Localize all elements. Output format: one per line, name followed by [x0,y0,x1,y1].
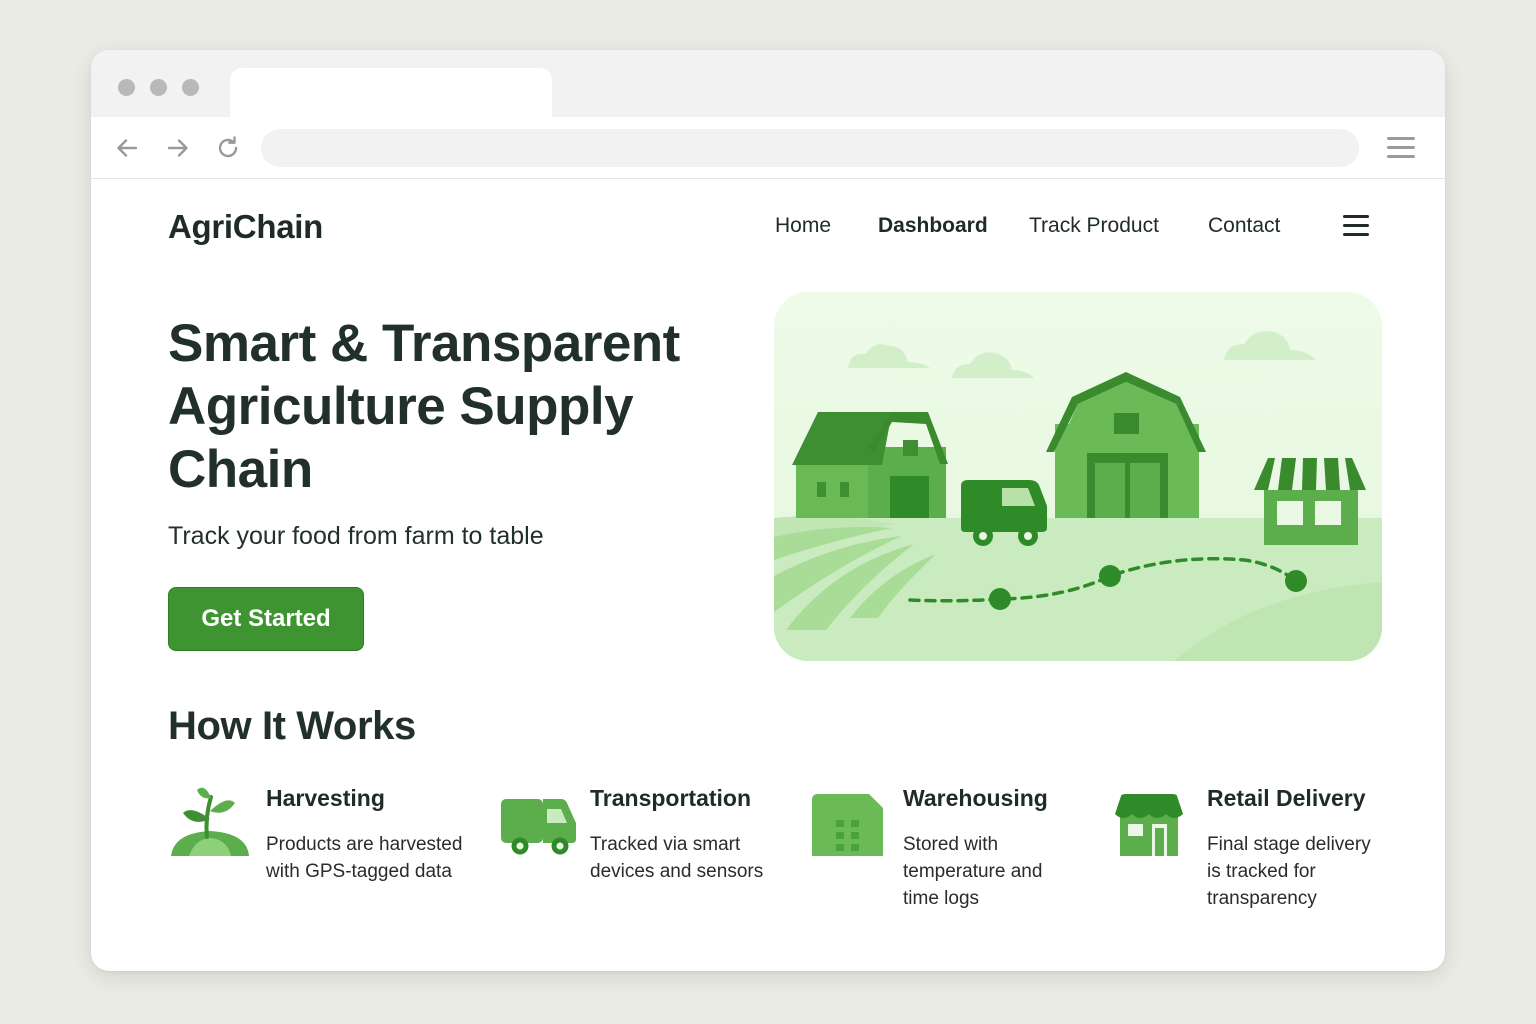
forward-arrow-icon[interactable] [163,133,193,163]
step-description-transportation: Tracked via smart devices and sensors [590,834,764,882]
hero-subtitle: Track your food from farm to table [168,522,544,550]
farm-supply-chain-illustration [774,292,1382,661]
browser-window: AgriChain Home Dashboard Track Product C… [91,50,1445,971]
address-bar[interactable] [261,129,1359,167]
market-stall-icon [1254,458,1366,545]
step-description-retail-delivery: Final stage delivery is tracked for tran… [1207,834,1371,909]
back-arrow-icon[interactable] [112,133,142,163]
warehouse-building-icon [812,794,883,856]
browser-tab-strip [91,50,1445,118]
nav-link-dashboard[interactable]: Dashboard [878,214,988,238]
browser-menu-icon[interactable] [1387,137,1415,159]
route-checkpoint-3 [1285,570,1307,592]
brand-logo[interactable]: AgriChain [168,208,323,246]
nav-link-track-product[interactable]: Track Product [1029,214,1159,238]
step-description-warehousing: Stored with temperature and time logs [903,834,1043,909]
how-it-works-title: How It Works [168,704,416,748]
nav-link-contact[interactable]: Contact [1208,214,1280,238]
window-maximize-dot[interactable] [182,79,199,96]
step-title-transportation: Transportation [590,785,752,811]
delivery-van-icon [501,799,576,855]
step-title-retail-delivery: Retail Delivery [1207,785,1366,811]
hamburger-menu-icon[interactable] [1343,215,1369,237]
window-close-dot[interactable] [118,79,135,96]
retail-store-icon [1115,794,1183,856]
step-title-warehousing: Warehousing [903,785,1048,811]
hero-title: Smart & Transparent Agriculture Supply C… [168,314,680,499]
step-description-harvesting: Products are harvested with GPS-tagged d… [266,834,463,882]
page-content: AgriChain Home Dashboard Track Product C… [91,180,1445,971]
browser-tab[interactable] [230,68,552,118]
route-checkpoint-2 [1099,565,1121,587]
reload-icon[interactable] [213,133,243,163]
get-started-button[interactable]: Get Started [168,587,364,651]
step-title-harvesting: Harvesting [266,785,385,811]
nav-link-home[interactable]: Home [775,214,831,238]
window-minimize-dot[interactable] [150,79,167,96]
route-checkpoint-1 [989,588,1011,610]
sprout-icon [171,787,249,856]
browser-toolbar [91,117,1445,179]
